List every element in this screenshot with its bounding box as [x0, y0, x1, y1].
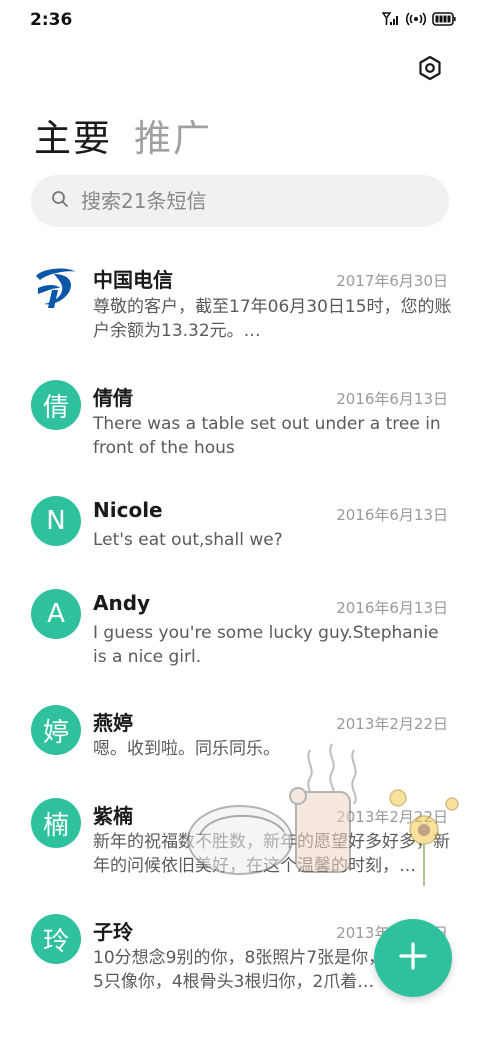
hotspot-icon	[406, 12, 426, 26]
message-date: 2016年6月13日	[336, 599, 448, 617]
message-preview: I guess you're some lucky guy.Stephanie …	[93, 623, 439, 667]
message-date: 2016年6月13日	[336, 390, 448, 408]
status-bar: 2:36	[0, 0, 480, 42]
plus-icon	[398, 941, 428, 975]
avatar: 楠	[31, 798, 81, 848]
message-tabs: 主要 推广	[34, 108, 212, 160]
message-date: 2017年6月30日	[336, 272, 448, 290]
status-time: 2:36	[30, 10, 73, 30]
avatar: 倩	[31, 380, 81, 430]
message-preview: 新年的祝福数不胜数，新年的愿望好多好多，新年的问候依旧美好，在这个温馨的时刻，…	[93, 832, 450, 876]
conversation-row[interactable]: N Nicole 2016年6月13日 Let's eat out,shall …	[0, 496, 480, 566]
signal-icon	[382, 12, 400, 26]
settings-button[interactable]	[414, 54, 446, 86]
conversation-row[interactable]: 中国电信 2017年6月30日 尊敬的客户，截至17年06月30日15时，您的账…	[0, 262, 480, 358]
message-preview: 尊敬的客户，截至17年06月30日15时，您的账户余额为13.32元。…	[93, 297, 452, 341]
tab-primary[interactable]: 主要	[34, 108, 112, 162]
contact-name: 燕婷	[93, 711, 133, 735]
conversation-row[interactable]: 倩 倩倩 2016年6月13日 There was a table set ou…	[0, 380, 480, 476]
compose-button[interactable]	[374, 919, 452, 997]
china-telecom-logo	[31, 262, 81, 312]
contact-name: 中国电信	[93, 268, 173, 292]
avatar: N	[31, 496, 81, 546]
conversation-row[interactable]: 婷 燕婷 2013年2月22日 嗯。收到啦。同乐同乐。	[0, 705, 480, 775]
avatar: 婷	[31, 705, 81, 755]
message-date: 2013年2月22日	[336, 808, 448, 826]
message-preview: Let's eat out,shall we?	[93, 530, 283, 550]
search-bar[interactable]	[31, 175, 449, 227]
message-preview: 嗯。收到啦。同乐同乐。	[93, 739, 280, 759]
status-icons	[382, 12, 456, 26]
search-icon	[51, 190, 81, 212]
search-input[interactable]	[81, 189, 411, 213]
contact-name: 紫楠	[93, 804, 133, 828]
conversation-row[interactable]: 楠 紫楠 2013年2月22日 新年的祝福数不胜数，新年的愿望好多好多，新年的问…	[0, 798, 480, 894]
avatar: A	[31, 589, 81, 639]
message-date: 2013年2月22日	[336, 715, 448, 733]
message-date: 2016年6月13日	[336, 506, 448, 524]
contact-name: Andy	[93, 591, 151, 615]
tab-promotions[interactable]: 推广	[134, 108, 212, 162]
battery-icon	[432, 12, 456, 26]
gear-icon	[417, 55, 443, 85]
message-preview: There was a table set out under a tree i…	[93, 414, 441, 458]
avatar: 玲	[31, 914, 81, 964]
conversation-row[interactable]: A Andy 2016年6月13日 I guess you're some lu…	[0, 589, 480, 685]
contact-name: Nicole	[93, 498, 163, 522]
contact-name: 倩倩	[93, 386, 133, 410]
contact-name: 子玲	[93, 920, 133, 944]
